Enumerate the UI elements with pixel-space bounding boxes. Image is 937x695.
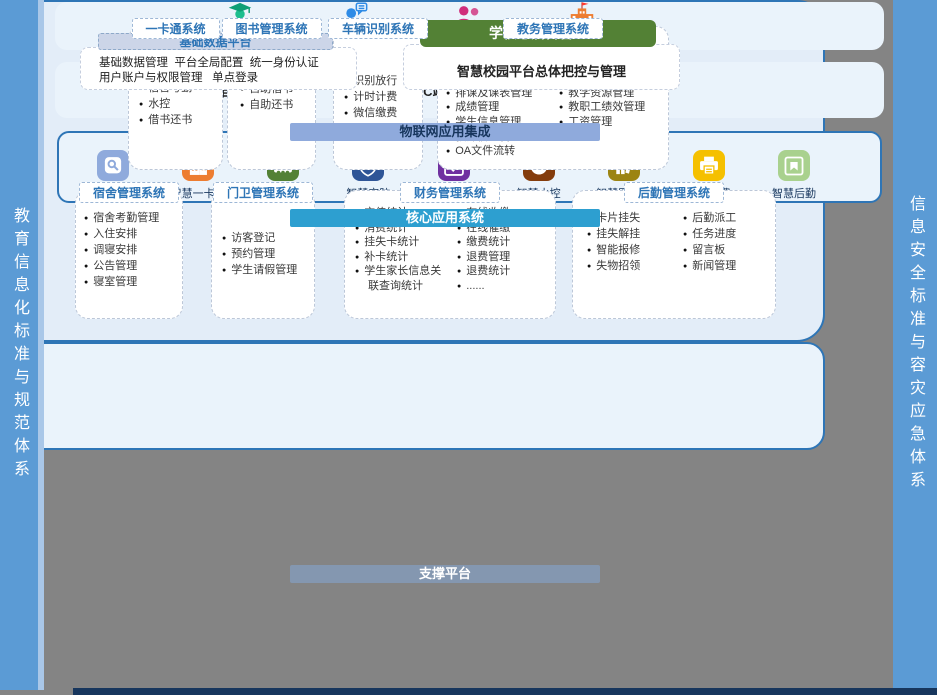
iot-tile-label: 智慧后勤	[772, 185, 816, 201]
iot-tile	[778, 150, 810, 181]
system-feature-item: OA文件流转	[446, 145, 553, 160]
support-section: 基础数据平台 基础数据管理 平台全局配置 统一身份认证 用户账户与权限管理 单点…	[0, 342, 825, 450]
school-admin-description: 智慧校园平台总体把控与管理	[457, 61, 626, 80]
system-feature-item: 退费统计	[457, 265, 553, 280]
system-card-title: 车辆识别系统	[328, 18, 428, 39]
system-feature-item: 缴费统计	[457, 236, 553, 251]
system-feature-item: 预约管理	[222, 247, 312, 263]
system-card-title: 宿舍管理系统	[79, 182, 179, 203]
system-feature-item: 宿舍考勤管理	[84, 211, 180, 227]
iot-tile	[97, 150, 129, 181]
bottom-accent-bar	[73, 688, 937, 695]
iot-section-title: 物联网应用集成	[290, 123, 600, 141]
system-card-title: 教务管理系统	[503, 18, 603, 39]
base-data-platform-card: 基础数据管理 平台全局配置 统一身份认证 用户账户与权限管理 单点登录	[80, 47, 357, 90]
system-feature-item: 新闻管理	[683, 259, 773, 275]
system-feature-item: 补卡统计	[355, 251, 451, 266]
system-feature-item: 后勤派工	[683, 211, 773, 227]
system-card-title: 一卡通系统	[131, 18, 219, 39]
system-feature-item: 成绩管理	[446, 101, 553, 116]
system-feature-item: 学生请假管理	[222, 263, 312, 279]
system-card-column: 卡片挂失挂失解挂智能报修失物招领	[587, 211, 677, 318]
system-card-title: 后勤管理系统	[624, 182, 724, 203]
system-feature-item: 教职工绩效管理	[559, 101, 666, 116]
system-feature-item: 微信缴费	[344, 106, 418, 122]
system-card-column: 宿舍考勤管理入住安排调寝安排公告管理寝室管理	[84, 211, 180, 318]
right-sidebar: 信息安全标准与容灾应急体系	[893, 0, 937, 688]
system-feature-item: 退费管理	[457, 251, 553, 266]
iot-tile	[693, 150, 725, 181]
system-card-column: 后勤派工任务进度留言板新闻管理	[683, 211, 773, 318]
system-card-title: 门卫管理系统	[213, 182, 313, 203]
system-feature-item: 学生家长信息关联查询统计	[355, 265, 451, 293]
system-feature-item: 水控	[139, 97, 218, 113]
system-feature-item: 智能报修	[587, 243, 677, 259]
system-feature-item: 卡片挂失	[587, 211, 677, 227]
school-admin-card: 智慧校园平台总体把控与管理	[403, 44, 680, 90]
system-card-宿舍管理系统: 宿舍管理系统宿舍考勤管理入住安排调寝安排公告管理寝室管理	[75, 190, 183, 319]
system-feature-item: 挂失解挂	[587, 227, 677, 243]
system-feature-item: 调寝安排	[84, 243, 180, 259]
system-feature-item: 自助还书	[240, 98, 311, 114]
base-platform-line: 用户账户与权限管理 单点登录	[99, 71, 356, 86]
system-feature-item: 借书还书	[139, 113, 218, 129]
base-platform-line: 基础数据管理 平台全局配置 统一身份认证	[99, 56, 356, 71]
right-sidebar-text: 信息安全标准与容灾应急体系	[903, 195, 927, 494]
system-feature-item: 失物招领	[587, 259, 677, 275]
system-feature-item: ......	[457, 280, 553, 295]
left-sidebar-text: 教育信息化标准与规范体系	[7, 207, 31, 483]
system-card-后勤管理系统: 后勤管理系统卡片挂失挂失解挂智能报修失物招领后勤派工任务进度留言板新闻管理	[572, 190, 776, 319]
system-card-title: 图书管理系统	[221, 18, 321, 39]
system-feature-item: 访客登记	[222, 231, 312, 247]
system-feature-item: 挂失卡统计	[355, 236, 451, 251]
system-feature-item: 入住安排	[84, 227, 180, 243]
system-feature-item: 留言板	[683, 243, 773, 259]
system-feature-item: 计时计费	[344, 90, 418, 106]
core-section-title: 核心应用系统	[290, 209, 600, 227]
system-feature-item: 寝室管理	[84, 275, 180, 291]
system-feature-item: 任务进度	[683, 227, 773, 243]
system-card-title: 财务管理系统	[400, 182, 500, 203]
system-feature-item: 公告管理	[84, 259, 180, 275]
left-sidebar: 教育信息化标准与规范体系	[0, 0, 38, 690]
left-sidebar-strip	[38, 0, 44, 690]
support-section-title: 支撑平台	[290, 565, 600, 583]
